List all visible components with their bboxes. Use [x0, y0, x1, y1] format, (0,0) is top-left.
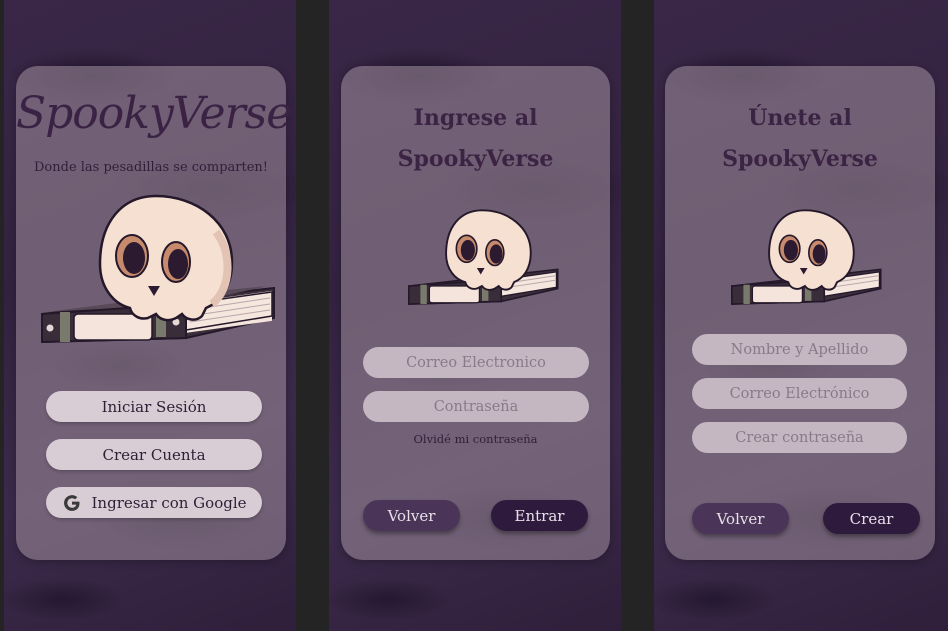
skull-book-icon	[41, 194, 275, 344]
register-card: Únete al SpookyVerse Nombre y Apellido C…	[665, 66, 935, 560]
full-name-field[interactable]: Nombre y Apellido	[692, 334, 907, 365]
register-title-line1: Únete al	[748, 105, 852, 131]
app-logo-title: SpookyVerse	[16, 88, 292, 139]
welcome-card: SpookyVerse Donde las pesadillas se comp…	[16, 66, 292, 560]
tagline: Donde las pesadillas se comparten!	[34, 160, 268, 175]
create-account-button[interactable]: Crear Cuenta	[46, 439, 262, 470]
login-button-label: Iniciar Sesión	[101, 397, 207, 416]
back-button-label: Volver	[716, 509, 765, 528]
login-card: Ingrese al SpookyVerse Correo Electronic…	[341, 66, 610, 560]
login-title: Ingrese al SpookyVerse	[341, 98, 610, 180]
enter-button-label: Entrar	[514, 506, 565, 525]
back-button[interactable]: Volver	[692, 503, 789, 534]
google-icon	[63, 494, 79, 511]
skull-book-icon	[408, 209, 559, 305]
register-title-line2: SpookyVerse	[722, 146, 878, 172]
login-button[interactable]: Iniciar Sesión	[46, 391, 262, 422]
back-button-label: Volver	[387, 506, 436, 525]
create-button[interactable]: Crear	[823, 503, 920, 534]
google-login-button[interactable]: Ingresar con Google	[46, 487, 262, 518]
create-button-label: Crear	[849, 509, 894, 528]
email-field[interactable]: Correo Electrónico	[692, 378, 907, 409]
forgot-password-link[interactable]: Olvidé mi contraseña	[341, 432, 610, 446]
email-field[interactable]: Correo Electronico	[363, 347, 589, 378]
login-title-line2: SpookyVerse	[397, 146, 554, 172]
password-field[interactable]: Contraseña	[363, 391, 589, 422]
back-button[interactable]: Volver	[363, 500, 460, 531]
enter-button[interactable]: Entrar	[491, 500, 588, 531]
welcome-screen: SpookyVerse Donde las pesadillas se comp…	[4, 0, 296, 631]
google-login-label: Ingresar con Google	[91, 493, 247, 512]
create-password-field[interactable]: Crear contraseña	[692, 422, 907, 453]
register-title: Únete al SpookyVerse	[665, 98, 935, 180]
register-screen: Únete al SpookyVerse Nombre y Apellido C…	[654, 0, 948, 631]
create-account-button-label: Crear Cuenta	[102, 445, 206, 464]
skull-book-icon	[731, 209, 882, 305]
login-title-line1: Ingrese al	[413, 105, 538, 131]
login-screen: Ingrese al SpookyVerse Correo Electronic…	[329, 0, 621, 631]
